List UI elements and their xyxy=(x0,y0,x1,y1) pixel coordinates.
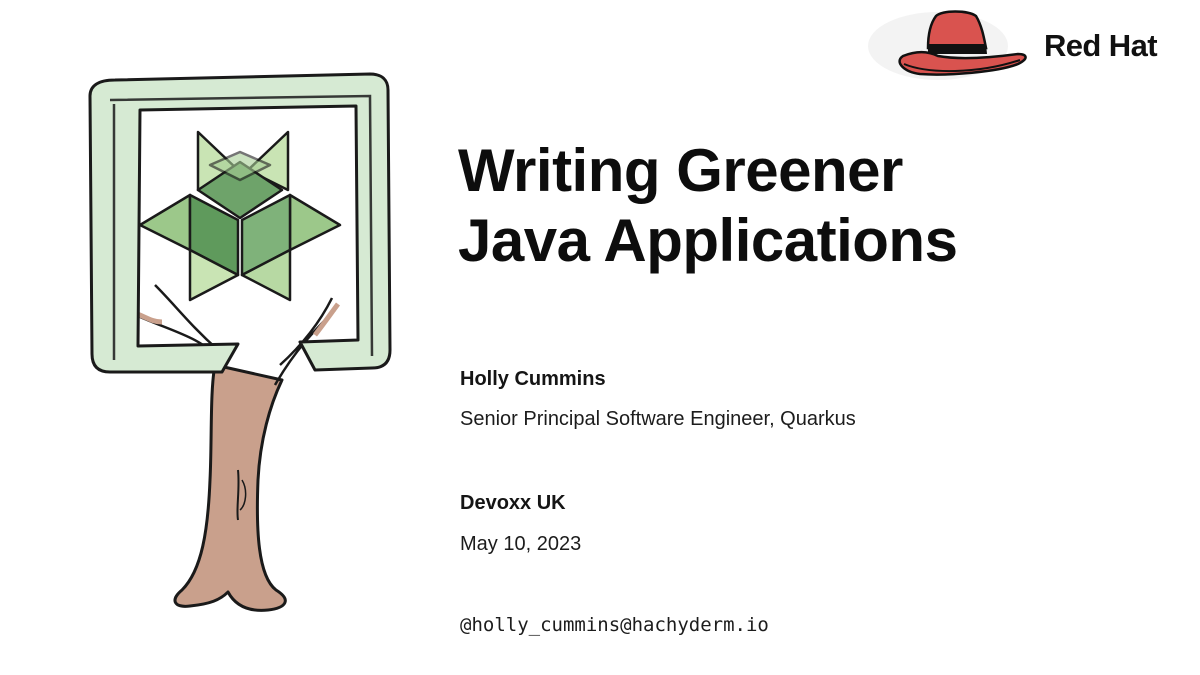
red-fedora-hat-icon xyxy=(868,10,1027,80)
tree-trunk xyxy=(173,363,287,612)
event-name: Devoxx UK xyxy=(460,492,566,514)
title-line-2: Java Applications xyxy=(458,207,958,274)
red-hat-logo: Red Hat xyxy=(868,4,1188,88)
slide-title: Writing Greener Java Applications xyxy=(458,136,1178,276)
red-hat-wordmark: Red Hat xyxy=(1044,28,1158,63)
event-date: May 10, 2023 xyxy=(460,533,582,555)
speaker-role: Senior Principal Software Engineer, Quar… xyxy=(460,408,856,430)
social-handle: @holly_cummins@hachyderm.io xyxy=(460,614,769,636)
title-line-1: Writing Greener xyxy=(458,137,903,204)
tree-illustration-icon xyxy=(88,72,392,612)
speaker-name: Holly Cummins xyxy=(460,368,606,390)
frame-outline xyxy=(88,72,392,374)
